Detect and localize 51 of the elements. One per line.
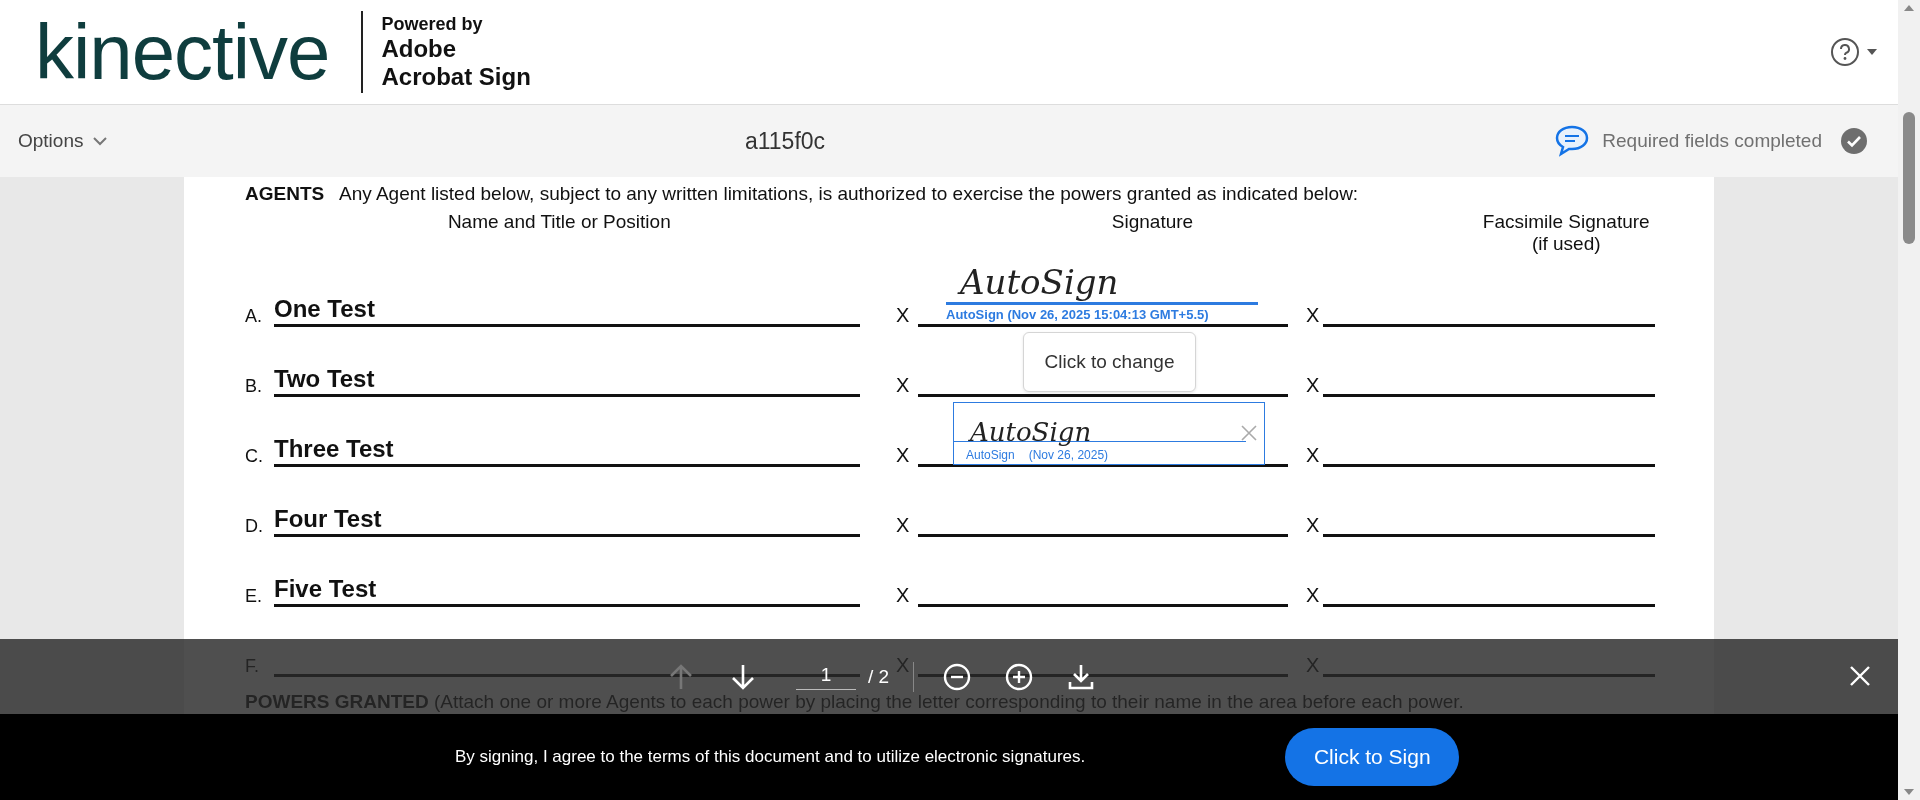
- x-mark: X: [896, 304, 911, 327]
- agent-name: Four Test: [274, 504, 383, 534]
- logo: kinective: [35, 11, 364, 93]
- chevron-icon: [93, 136, 108, 146]
- intro-text: AGENTS Any Agent listed below, subject to any written limitations, is authorized to exercise the powers granted as indicated below:: [245, 183, 1360, 205]
- x-mark: X: [896, 584, 911, 607]
- signature-caption: AutoSign: [966, 448, 1015, 462]
- agent-name: Three Test: [274, 434, 395, 464]
- agent-name: Two Test: [274, 364, 376, 394]
- scroll-thumb[interactable]: [1903, 112, 1915, 244]
- help-icon: [1830, 37, 1860, 67]
- page-total: / 2: [867, 665, 890, 688]
- column-heading: Name and Title or Position: [446, 211, 672, 234]
- signature-date: (Nov 26, 2025): [1028, 448, 1109, 462]
- scroll-down-icon[interactable]: [1903, 788, 1915, 796]
- x-mark: X: [1306, 374, 1321, 397]
- options-menu[interactable]: Options: [18, 130, 108, 152]
- column-heading: Facsimile Signature (if used): [1481, 211, 1651, 256]
- x-mark: X: [896, 374, 911, 397]
- chat-bubble-icon[interactable]: [1554, 124, 1591, 158]
- caret-icon: [1866, 48, 1878, 56]
- zoom-out-icon[interactable]: [942, 661, 973, 692]
- x-mark: X: [1306, 444, 1321, 467]
- document-id: a115f0c: [744, 127, 826, 155]
- consent-text: By signing, I agree to the terms of this document and to utilize electronic signatures.: [455, 747, 1086, 767]
- row-letter: B.: [245, 376, 263, 397]
- x-mark: X: [1306, 304, 1321, 327]
- x-mark: X: [1306, 584, 1321, 607]
- column-heading: Signature: [1110, 211, 1195, 234]
- agent-name: Five Test: [274, 574, 378, 604]
- row-letter: A.: [245, 306, 263, 327]
- page-number-field[interactable]: 1: [795, 663, 856, 690]
- x-mark: X: [896, 444, 911, 467]
- tooltip: Click to change: [1023, 332, 1196, 392]
- row-letter: C.: [245, 446, 264, 467]
- agent-name: One Test: [274, 294, 376, 324]
- powered-by-text: Powered by: [381, 13, 484, 35]
- scrollbar[interactable]: [1898, 0, 1920, 800]
- powered-by-text: Acrobat Sign: [381, 63, 531, 91]
- status-text: Required fields completed: [1602, 130, 1822, 152]
- scroll-up-icon[interactable]: [1903, 4, 1915, 12]
- signature-caption: AutoSign (Nov 26, 2025 15:04:13 GMT+5.5): [946, 307, 1210, 322]
- x-mark: X: [896, 514, 911, 537]
- x-mark: X: [1306, 514, 1321, 537]
- row-letter: E.: [245, 586, 263, 607]
- click-to-sign-button[interactable]: Click to Sign: [1285, 728, 1460, 786]
- signature-script: AutoSign: [970, 417, 1092, 447]
- signature-script: AutoSign: [946, 262, 1258, 305]
- row-letter: D.: [245, 516, 264, 537]
- zoom-in-icon[interactable]: [1004, 661, 1035, 692]
- powered-by-text: Adobe: [381, 35, 458, 63]
